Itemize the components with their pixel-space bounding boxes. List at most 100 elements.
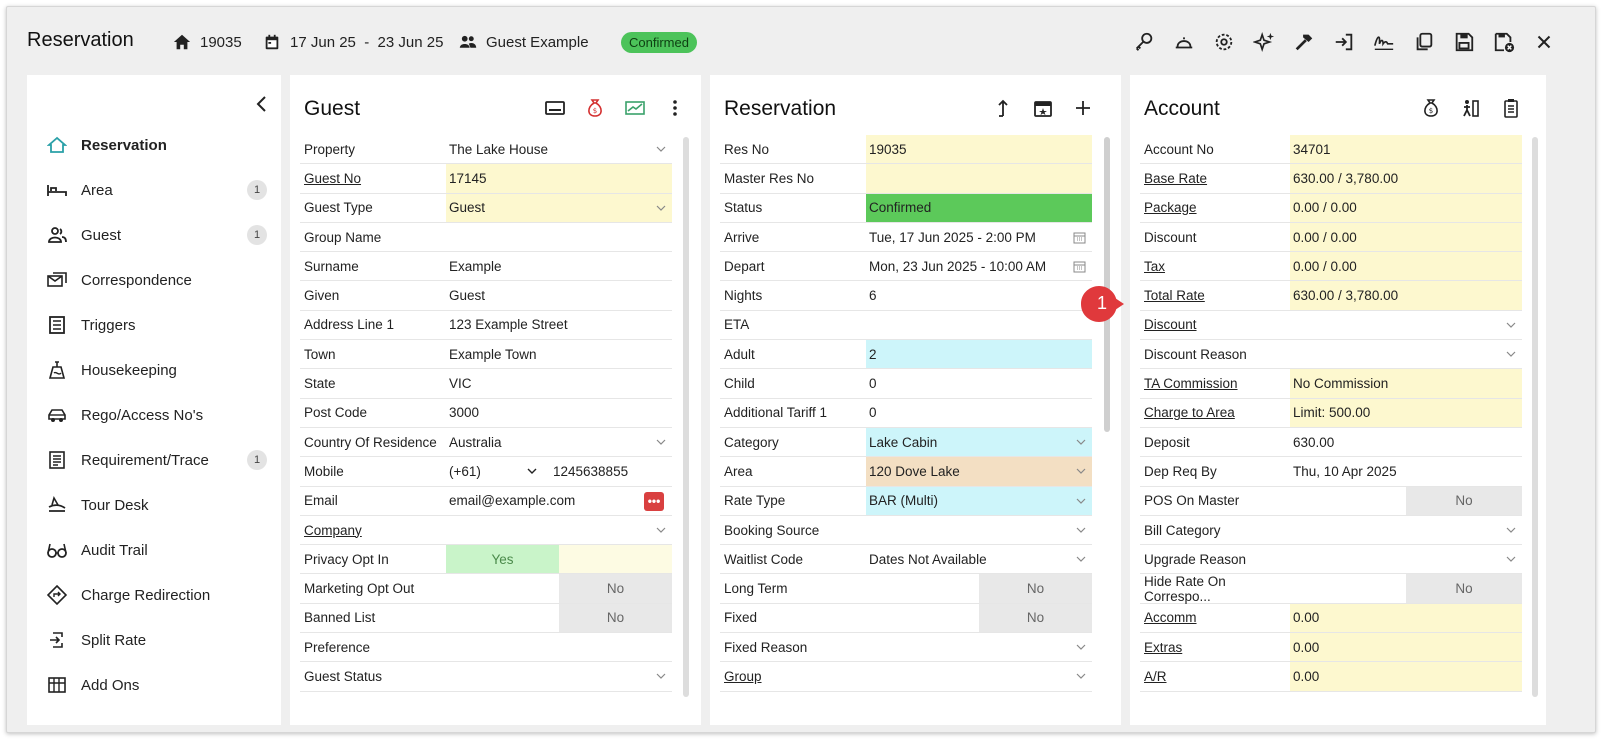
field-input[interactable]: Lake Cabin — [866, 427, 1092, 457]
field-label[interactable]: Extras — [1140, 633, 1290, 661]
field-label[interactable]: Base Rate — [1140, 164, 1290, 192]
field-input[interactable] — [866, 633, 1092, 661]
field-input[interactable] — [866, 311, 1092, 339]
field-value[interactable]: Mon, 23 Jun 2025 - 10:00 AM — [869, 259, 1046, 274]
field-input[interactable]: 34701 — [1290, 135, 1522, 164]
field-input[interactable]: Example Town — [446, 340, 672, 368]
account-scrollbar[interactable] — [1532, 137, 1538, 697]
settings-button[interactable] — [1211, 29, 1237, 55]
sidebar-item-triggers[interactable]: Triggers — [47, 310, 267, 340]
field-value[interactable]: email@example.com — [449, 493, 575, 508]
field-value[interactable]: 19035 — [869, 142, 907, 157]
field-value[interactable]: The Lake House — [449, 142, 548, 157]
field-value[interactable]: 2 — [869, 347, 877, 362]
field-input[interactable]: 2 — [866, 340, 1092, 369]
field-value[interactable]: Lake Cabin — [869, 435, 937, 450]
field-input[interactable]: 0.00 — [1290, 662, 1522, 691]
sidebar-item-requirement-trace[interactable]: Requirement/Trace 1 — [47, 445, 267, 475]
field-value[interactable]: Limit: 500.00 — [1293, 405, 1370, 420]
field-value[interactable]: 34701 — [1293, 142, 1331, 157]
field-input[interactable]: 0 — [866, 369, 1092, 397]
save-button[interactable] — [1451, 29, 1477, 55]
field-input[interactable]: No Commission — [1290, 369, 1522, 398]
field-value[interactable]: Australia — [449, 435, 502, 450]
field-value[interactable]: Thu, 10 Apr 2025 — [1293, 464, 1397, 479]
toggle-field[interactable]: Yes — [446, 545, 672, 574]
field-input[interactable]: email@example.com ••• — [446, 487, 672, 515]
field-value[interactable]: 3000 — [449, 405, 479, 420]
field-label[interactable]: Tax — [1140, 252, 1290, 280]
field-value[interactable]: 630.00 — [1293, 435, 1334, 450]
toggle-no[interactable]: No — [979, 574, 1092, 603]
field-label[interactable]: Discount — [1140, 311, 1290, 339]
copy-button[interactable] — [1411, 29, 1437, 55]
bell-button[interactable] — [1171, 29, 1197, 55]
field-input[interactable]: Guest — [446, 193, 672, 222]
sidebar-item-split-rate[interactable]: Split Rate — [47, 625, 267, 655]
field-input[interactable]: 120 Dove Lake — [866, 457, 1092, 486]
id-card-button[interactable] — [544, 97, 566, 119]
field-value[interactable]: 0 — [869, 405, 877, 420]
field-input[interactable]: 630.00 — [1290, 428, 1522, 456]
field-value[interactable]: Tue, 17 Jun 2025 - 2:00 PM — [869, 230, 1036, 245]
field-input[interactable]: 123 Example Street — [446, 311, 672, 339]
toggle-field[interactable]: No — [446, 574, 672, 603]
field-input[interactable]: 630.00 / 3,780.00 — [1290, 164, 1522, 193]
field-input[interactable]: Australia — [446, 428, 672, 456]
field-value[interactable]: 0.00 — [1293, 640, 1319, 655]
field-input[interactable]: The Lake House — [446, 135, 672, 163]
toggle-field[interactable]: No — [1290, 486, 1522, 515]
field-value[interactable]: 0 — [869, 376, 877, 391]
field-input[interactable]: 0.00 / 0.00 — [1290, 252, 1522, 281]
field-input[interactable]: Example — [446, 252, 672, 280]
field-input[interactable]: Tue, 17 Jun 2025 - 2:00 PM — [866, 223, 1092, 251]
field-input[interactable]: BAR (Multi) — [866, 486, 1092, 515]
field-label[interactable]: Package — [1140, 194, 1290, 222]
field-value[interactable]: Dates Not Available — [869, 552, 987, 567]
sidebar-item-reservation[interactable]: Reservation — [47, 130, 267, 160]
field-value[interactable]: Example Town — [449, 347, 537, 362]
calendar-icon[interactable] — [1073, 260, 1086, 273]
field-value[interactable]: 17145 — [449, 171, 487, 186]
field-input[interactable]: Guest — [446, 281, 672, 309]
field-input[interactable]: Mon, 23 Jun 2025 - 10:00 AM — [866, 252, 1092, 280]
trend-button[interactable] — [624, 97, 646, 119]
field-input[interactable]: 630.00 / 3,780.00 — [1290, 281, 1522, 310]
account-money-button[interactable]: $ — [1420, 97, 1442, 119]
field-input[interactable]: 19035 — [866, 135, 1092, 164]
field-input[interactable]: 3000 — [446, 399, 672, 427]
sidebar-item-housekeeping[interactable]: Housekeeping — [47, 355, 267, 385]
sidebar-item-add-ons[interactable]: Add Ons — [47, 670, 267, 700]
field-label[interactable]: Charge to Area — [1140, 399, 1290, 427]
field-input[interactable]: 0.00 — [1290, 633, 1522, 662]
field-input[interactable] — [866, 164, 1092, 193]
field-label[interactable]: A/R — [1140, 662, 1290, 690]
field-label[interactable]: Group — [720, 662, 866, 690]
field-value[interactable]: 123 Example Street — [449, 317, 568, 332]
field-input[interactable]: VIC — [446, 369, 672, 397]
field-input[interactable]: 0.00 / 0.00 — [1290, 193, 1522, 222]
field-value[interactable]: 630.00 / 3,780.00 — [1293, 288, 1398, 303]
field-input[interactable]: 17145 — [446, 164, 672, 193]
toggle-yes[interactable]: Yes — [446, 545, 559, 574]
field-value[interactable]: 0.00 / 0.00 — [1293, 230, 1357, 245]
field-input[interactable]: Thu, 10 Apr 2025 — [1290, 457, 1522, 485]
field-input[interactable]: Confirmed — [866, 193, 1092, 222]
sidebar-item-correspondence[interactable]: Correspondence — [47, 265, 267, 295]
field-value[interactable]: 0.00 — [1293, 669, 1319, 684]
field-input[interactable] — [866, 662, 1092, 690]
sidebar-item-area[interactable]: Area 1 — [47, 175, 267, 205]
guest-header[interactable]: Guest Example — [459, 33, 589, 51]
field-input[interactable] — [446, 223, 672, 251]
chevron-down-icon[interactable] — [527, 466, 537, 476]
calendar-button[interactable] — [1032, 97, 1054, 119]
field-input[interactable] — [866, 516, 1092, 544]
sign-in-button[interactable] — [1331, 29, 1357, 55]
toggle-field[interactable]: No — [866, 603, 1092, 633]
field-label[interactable]: TA Commission — [1140, 369, 1290, 397]
field-label[interactable]: Accomm — [1140, 604, 1290, 632]
toggle-field[interactable]: No — [1290, 574, 1522, 603]
toggle-no[interactable]: No — [979, 603, 1092, 633]
calendar-icon[interactable] — [1073, 231, 1086, 244]
field-value[interactable]: 6 — [869, 288, 877, 303]
